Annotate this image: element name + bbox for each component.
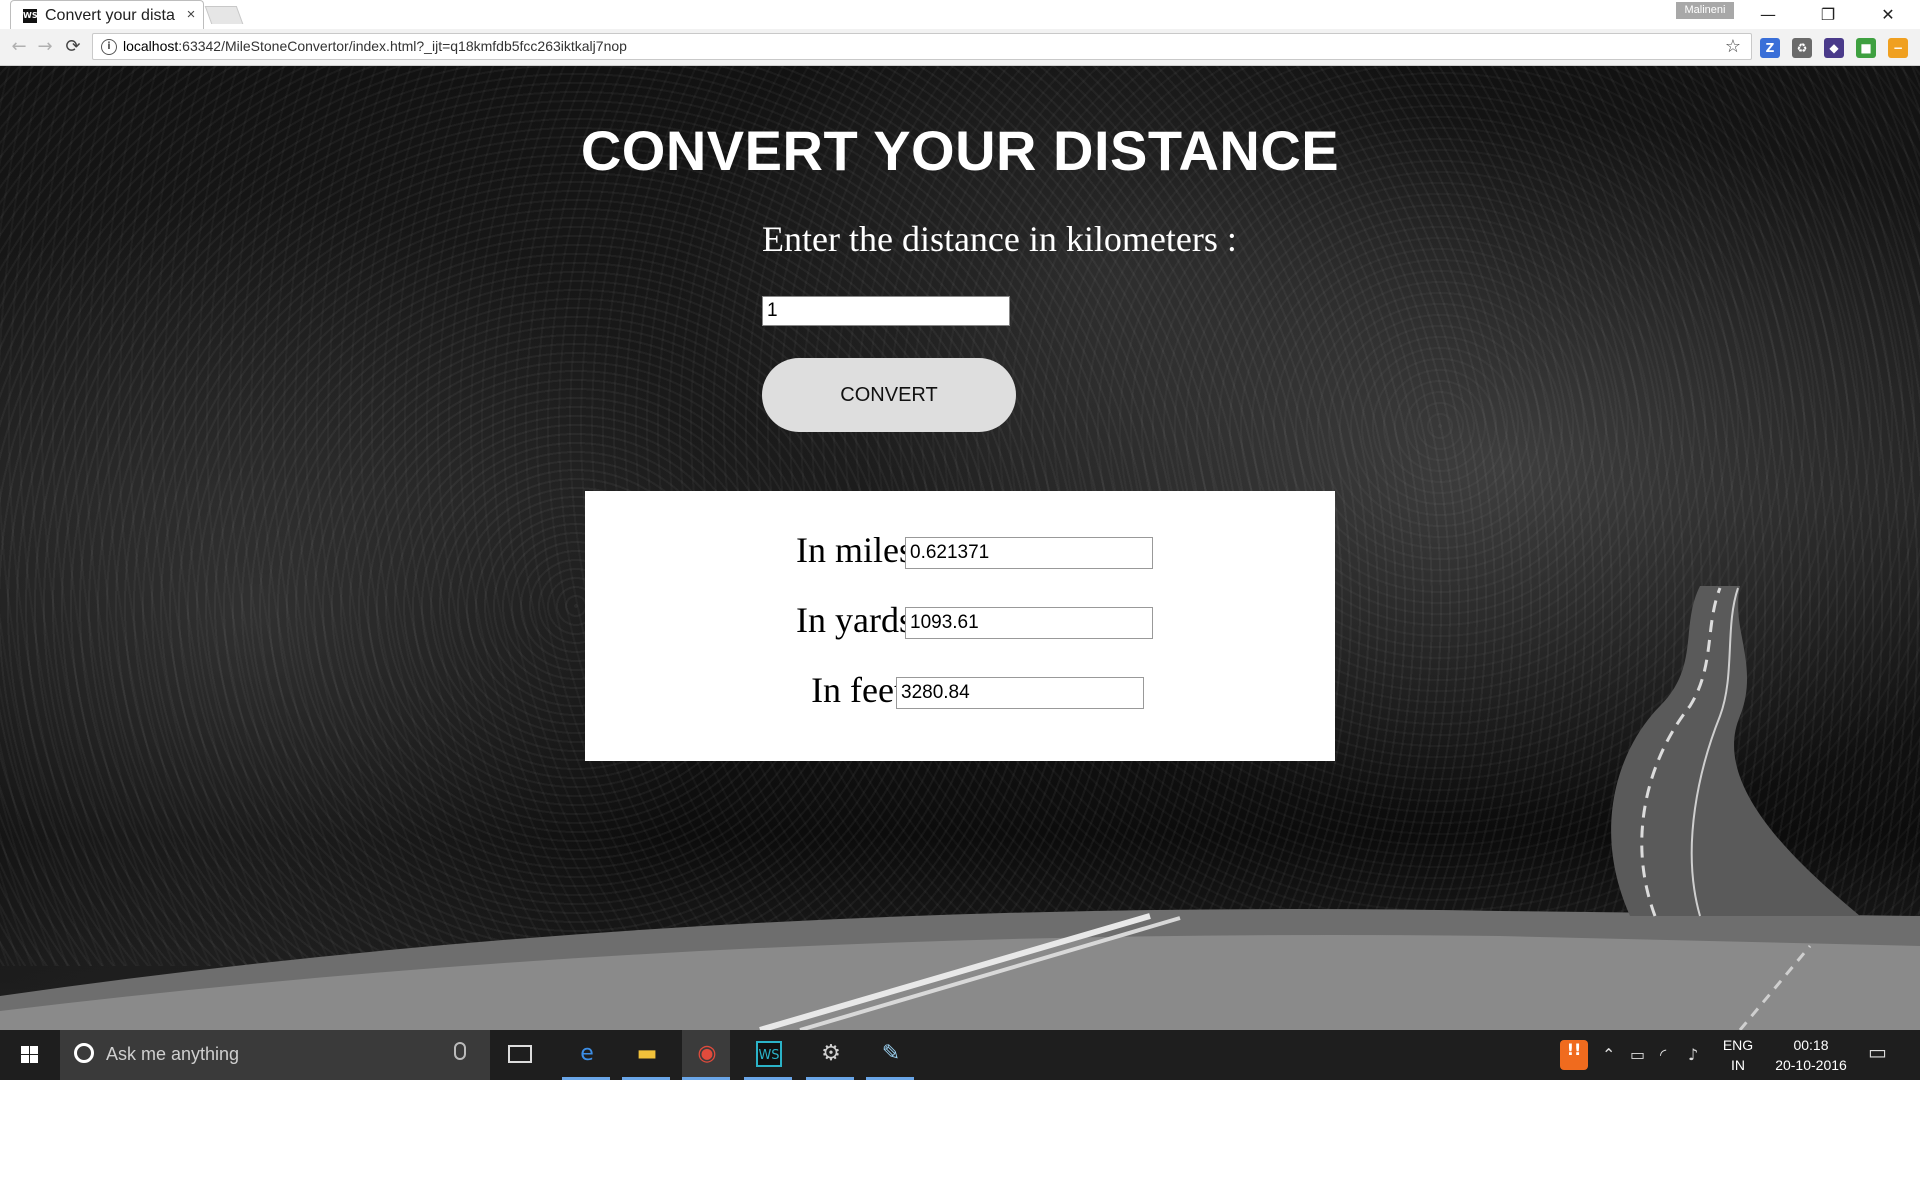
action-center-icon[interactable]: ▭ [1868,1042,1887,1062]
browser-tab[interactable]: WS Convert your distan × [10,0,204,29]
feet-output-field[interactable] [896,677,1144,709]
running-indicator [744,1077,792,1080]
microphone-icon[interactable] [454,1042,466,1060]
paint-app-button[interactable]: ✎ [866,1030,914,1080]
url-text[interactable]: localhost:63342/MileStoneConvertor/index… [123,38,627,54]
edge-app-icon: e [580,1041,594,1066]
restore-button[interactable]: ❐ [1804,0,1852,29]
windows-logo-icon [21,1046,38,1063]
file-explorer-app-button[interactable]: ▬ [622,1030,670,1080]
chrome-app-button[interactable]: ◉ [682,1030,730,1080]
search-placeholder: Ask me anything [106,1044,240,1064]
minimize-button[interactable]: — [1744,0,1792,29]
wifi-icon[interactable]: ◜ [1660,1045,1666,1065]
clock-time[interactable]: 00:18 [1766,1036,1856,1054]
running-indicator [682,1077,730,1080]
close-window-button[interactable]: ✕ [1864,0,1912,29]
chrome-app-icon: ◉ [697,1041,717,1066]
browser-titlebar: WS Convert your distan × Malineni — ❐ ✕ [0,0,1920,29]
running-indicator [866,1077,914,1080]
tab-title: Convert your distan [45,7,175,24]
url-path: :63342/MileStoneConvertor/index.html?_ij… [178,38,627,54]
yards-output-field[interactable] [905,607,1153,639]
results-panel: In miles : In yards : In feet : [585,491,1335,761]
windows-taskbar: Ask me anything e ▬ ◉ WS ⚙ ✎ !! ⌃ ▭ ◜ ♪ ENG I… [0,1030,1920,1080]
site-info-icon[interactable]: i [101,39,117,55]
volume-icon[interactable]: ♪ [1688,1045,1698,1065]
notification-alert-icon[interactable]: !! [1560,1040,1588,1070]
edge-app-button[interactable]: e [562,1030,610,1080]
tab-close-icon[interactable]: × [183,6,199,24]
profile-badge[interactable]: Malineni [1676,2,1734,19]
purple-extension-icon[interactable]: ◆ [1824,38,1844,58]
show-hidden-icons-chevron-icon[interactable]: ⌃ [1602,1045,1615,1065]
convert-button[interactable]: CONVERT [762,358,1016,432]
miles-output-field[interactable] [905,537,1153,569]
clock-date[interactable]: 20-10-2016 [1766,1056,1856,1074]
url-host: localhost [123,38,179,54]
running-indicator [622,1077,670,1080]
paint-app-icon: ✎ [881,1041,901,1066]
cortana-icon [74,1043,94,1063]
language-region[interactable]: IN [1718,1056,1758,1074]
screen: WS Convert your distan × Malineni — ❐ ✕ … [0,0,1920,1080]
green-extension-icon[interactable]: ■ [1856,38,1876,58]
page-title: CONVERT YOUR DISTANCE [580,119,1340,182]
new-tab-button[interactable] [204,6,244,24]
running-indicator [562,1077,610,1080]
settings-app-button[interactable]: ⚙ [806,1030,854,1080]
settings-app-icon: ⚙ [821,1041,841,1066]
taskbar-search-box[interactable]: Ask me anything [60,1030,490,1080]
task-view-icon[interactable] [508,1045,532,1063]
recycle-extension-icon[interactable]: ♻ [1792,38,1812,58]
start-button[interactable] [0,1030,60,1080]
back-button[interactable]: ← [6,34,32,60]
file-explorer-app-icon: ▬ [636,1041,658,1066]
language-code[interactable]: ENG [1718,1036,1758,1054]
miles-row: In miles : [585,529,1335,570]
battery-icon[interactable]: ▭ [1630,1045,1645,1065]
webstorm-app-button[interactable]: WS [744,1030,792,1080]
feet-row: In feet : [585,669,1335,710]
kilometers-input[interactable] [762,296,1010,326]
yards-row: In yards : [585,599,1335,640]
bookmark-star-icon[interactable]: ☆ [1725,36,1741,57]
browser-toolbar: ← → ⟳ i localhost:63342/MileStoneConvert… [0,29,1920,66]
address-bar[interactable]: i localhost:63342/MileStoneConvertor/ind… [92,33,1752,60]
forward-button[interactable]: → [32,34,58,60]
reload-button[interactable]: ⟳ [60,34,86,60]
running-indicator [806,1077,854,1080]
webstorm-favicon-icon: WS [23,9,38,23]
orange-extension-icon[interactable]: − [1888,38,1908,58]
km-prompt-label: Enter the distance in kilometers : [762,219,1237,259]
z-extension-icon[interactable]: Z [1760,38,1780,58]
page-viewport: CONVERT YOUR DISTANCE Enter the distance… [0,66,1920,1030]
webstorm-app-icon: WS [756,1041,782,1067]
